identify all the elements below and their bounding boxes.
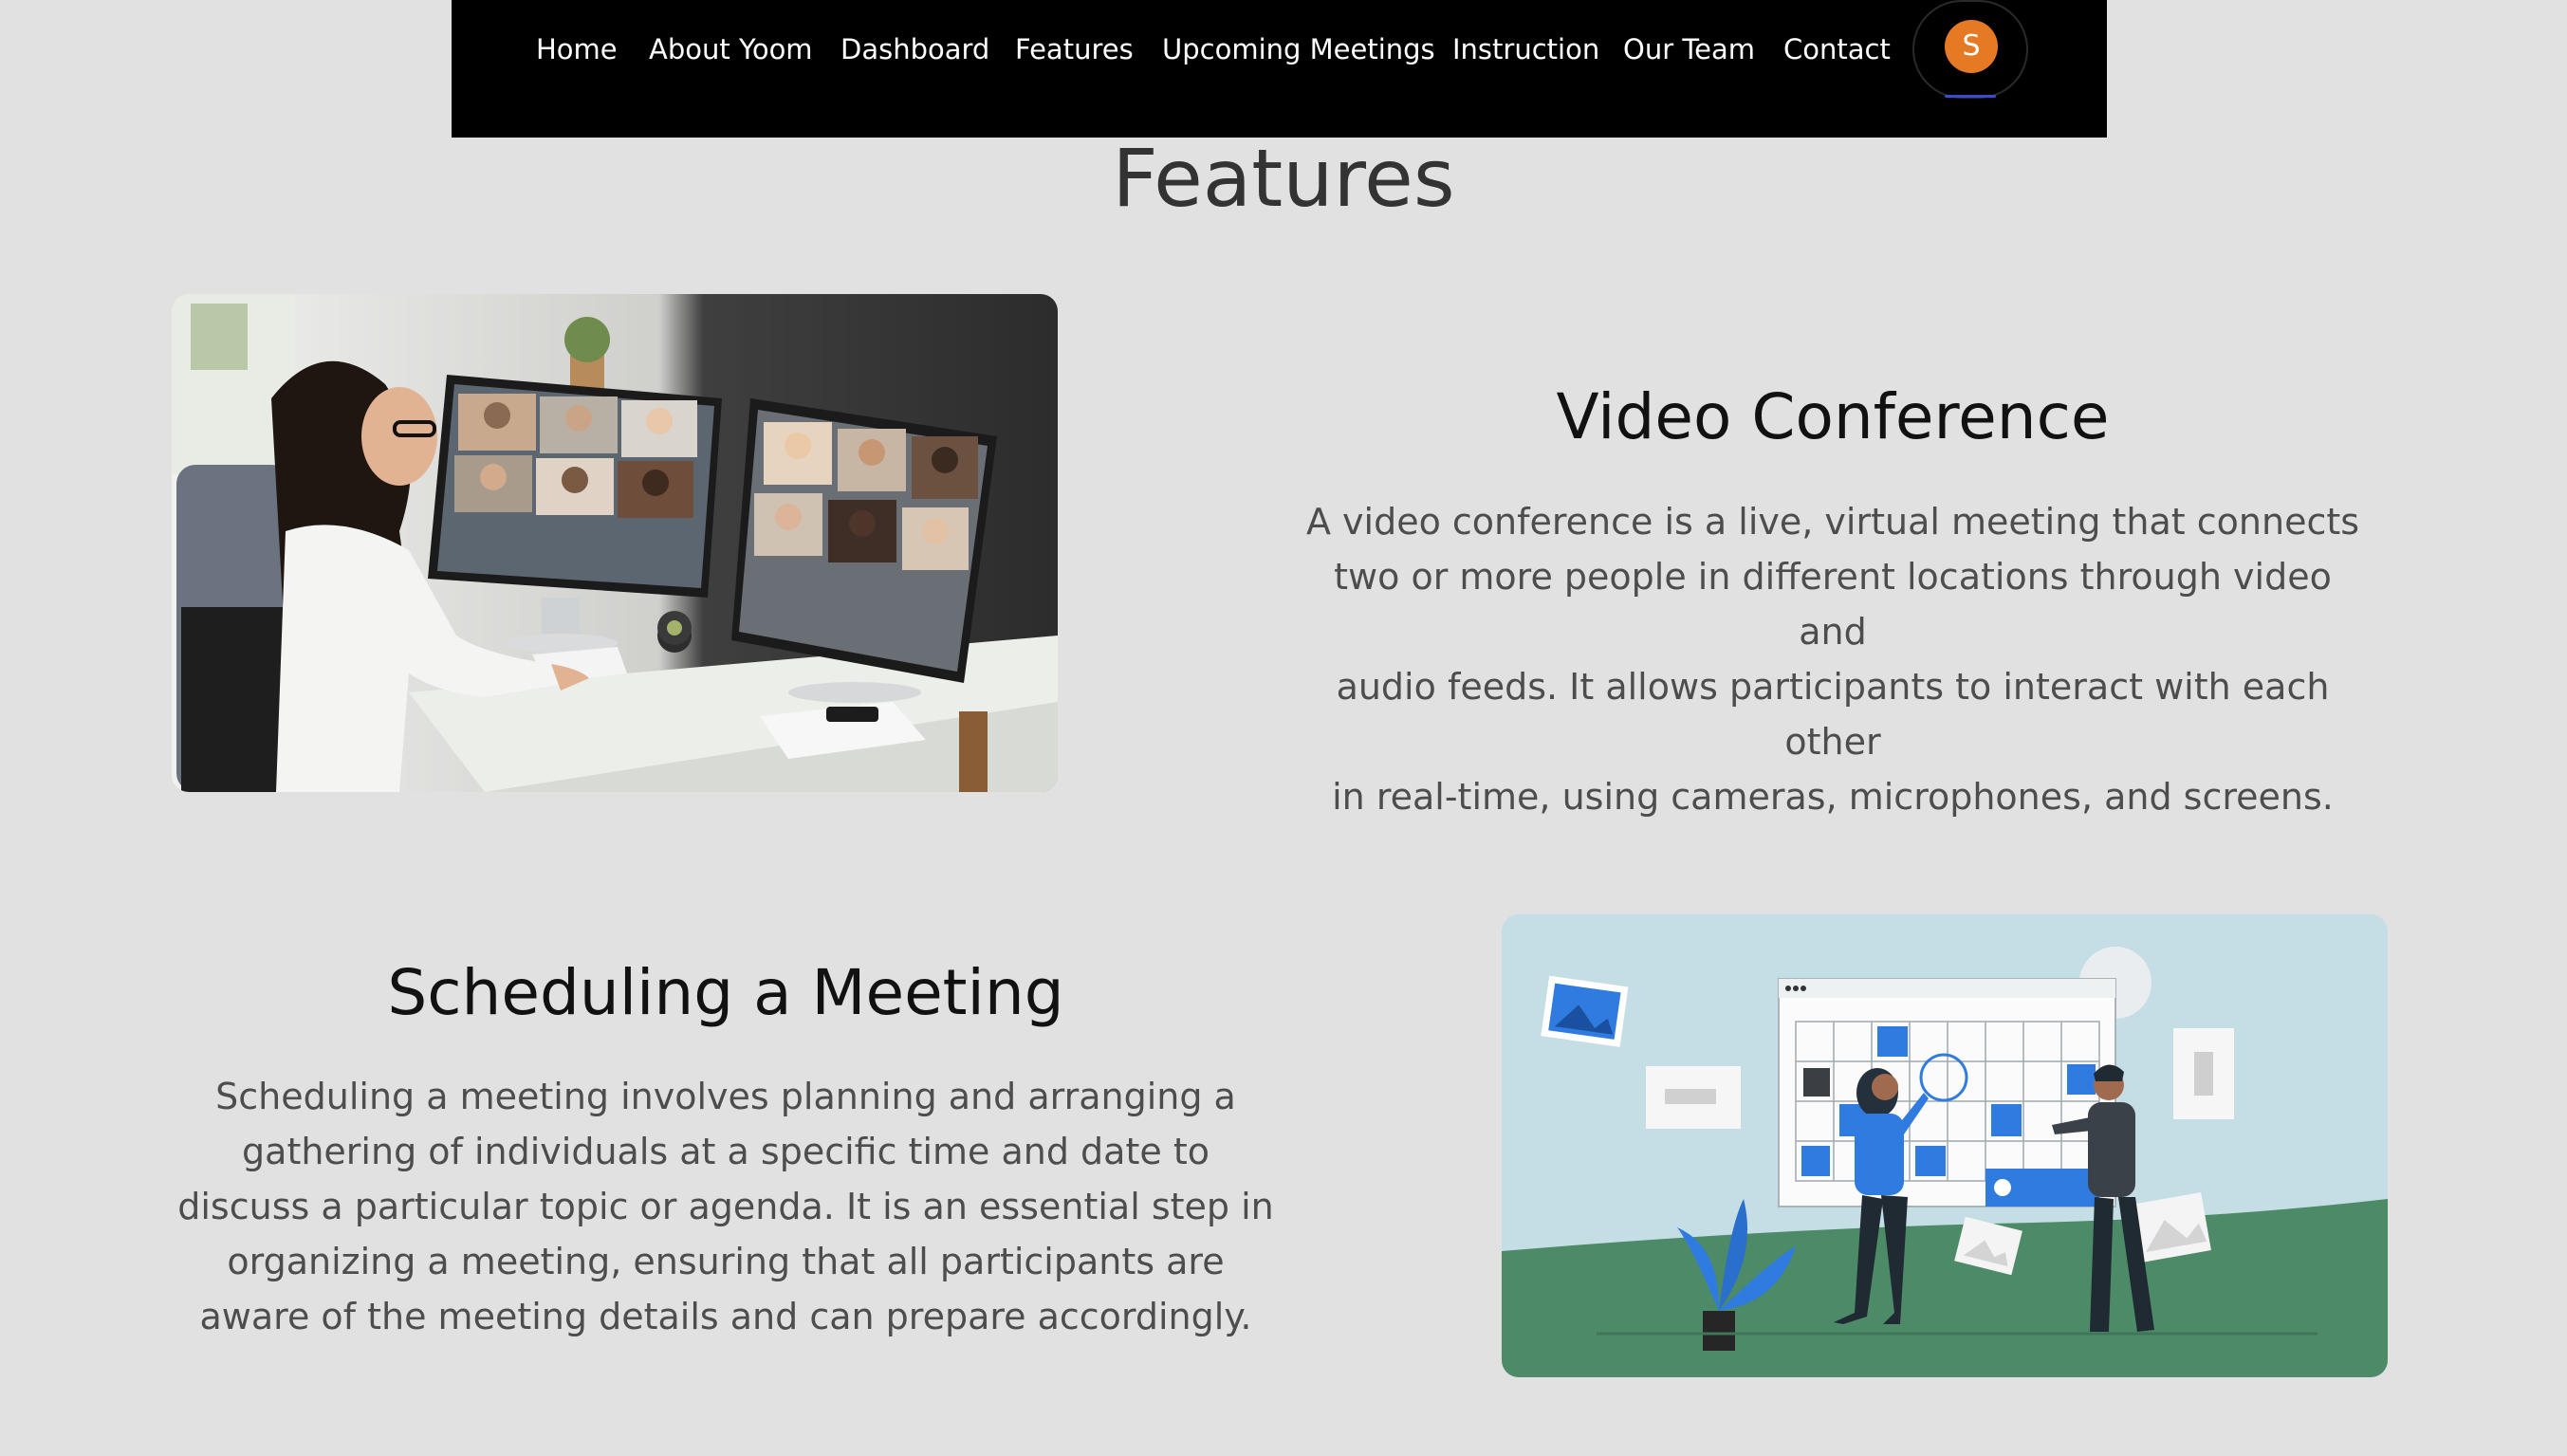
nav-about-yoom[interactable]: About Yoom xyxy=(649,32,813,66)
text-line: in real-time, using cameras, microphones… xyxy=(1332,776,2334,818)
text-line: discuss a particular topic or agenda. It… xyxy=(177,1186,1274,1227)
text-line: audio feeds. It allows participants to i… xyxy=(1336,666,2330,763)
user-menu-indicator xyxy=(1945,95,1996,98)
text-line: aware of the meeting details and can pre… xyxy=(199,1296,1252,1337)
nav-instruction[interactable]: Instruction xyxy=(1452,32,1599,66)
feature-heading-video-conference: Video Conference xyxy=(1556,380,2110,453)
page-title: Features xyxy=(1112,132,1455,225)
scheduling-image xyxy=(1502,914,2388,1377)
nav-our-team[interactable]: Our Team xyxy=(1623,32,1755,66)
text-line: two or more people in different location… xyxy=(1334,556,2332,653)
feature-text-video-conference: A video conference is a live, virtual me… xyxy=(1300,494,2366,824)
avatar[interactable]: S xyxy=(1945,20,1998,73)
nav-dashboard[interactable]: Dashboard xyxy=(840,32,989,66)
video-conference-photo xyxy=(172,294,1058,792)
nav-home[interactable]: Home xyxy=(536,32,618,66)
scheduling-illustration xyxy=(1502,914,2388,1377)
text-line: organizing a meeting, ensuring that all … xyxy=(227,1241,1225,1282)
feature-heading-scheduling: Scheduling a Meeting xyxy=(387,956,1064,1029)
nav-upcoming-meetings[interactable]: Upcoming Meetings xyxy=(1162,32,1435,66)
text-line: gathering of individuals at a specific t… xyxy=(242,1131,1210,1172)
text-line: A video conference is a live, virtual me… xyxy=(1305,501,2360,543)
nav-links: Home About Yoom Dashboard Features Upcom… xyxy=(0,0,2567,100)
nav-features[interactable]: Features xyxy=(1015,32,1134,66)
text-line: Scheduling a meeting involves planning a… xyxy=(215,1076,1236,1117)
video-conference-image xyxy=(172,294,1058,792)
nav-contact[interactable]: Contact xyxy=(1783,32,1891,66)
feature-text-scheduling: Scheduling a meeting involves planning a… xyxy=(171,1069,1281,1344)
